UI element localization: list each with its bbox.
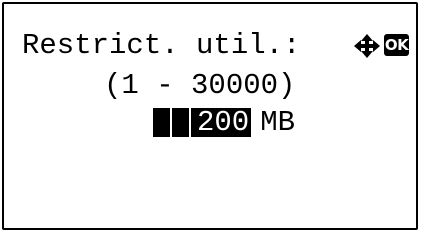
unit-label: MB xyxy=(260,106,296,139)
value-range: (1 - 30000) xyxy=(104,69,296,102)
four-way-arrow-icon[interactable] xyxy=(352,34,382,58)
value-input[interactable]: 200 xyxy=(153,106,252,139)
value-digits: 200 xyxy=(197,106,250,139)
screen-title: Restrict. util.: xyxy=(22,29,301,62)
value-row: 200 MB xyxy=(153,108,295,137)
digit-slot xyxy=(153,108,172,137)
ok-button[interactable]: OK xyxy=(384,34,409,56)
lcd-screen: Restrict. util.: OK (1 - 30000) 200 MB xyxy=(2,2,418,230)
digit-slot xyxy=(172,108,191,137)
